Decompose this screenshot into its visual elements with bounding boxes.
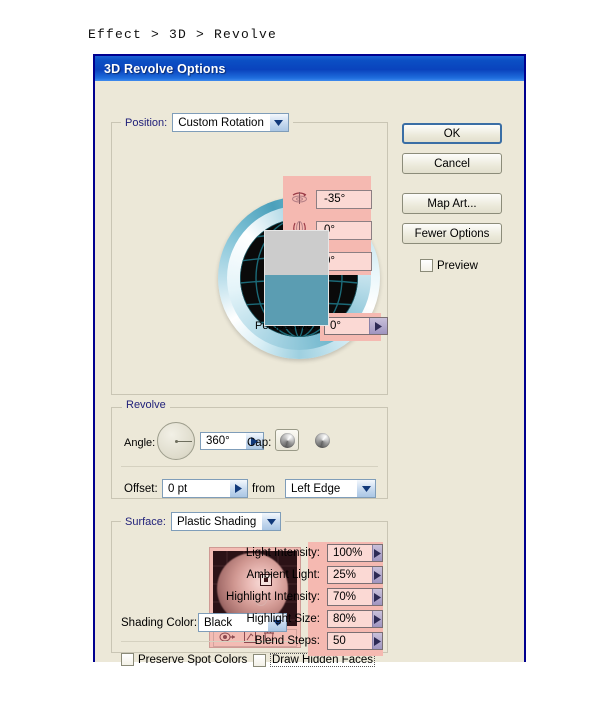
highlight-intensity-value: 70%	[333, 591, 357, 603]
surface-group-header: Surface: Plastic Shading	[121, 512, 286, 531]
light-intensity-row[interactable]: Light Intensity: 100%	[213, 544, 383, 562]
ok-button[interactable]: OK	[402, 123, 502, 144]
surface-params-list: Light Intensity: 100% Ambient Light: 25%	[213, 544, 383, 650]
highlight-size-label: Highlight Size:	[246, 613, 320, 625]
ambient-light-label: Ambient Light:	[246, 569, 320, 581]
preview-checkbox[interactable]	[420, 259, 433, 272]
offset-label: Offset:	[124, 483, 158, 495]
offset-from-value: Left Edge	[286, 480, 356, 497]
preserve-spot-colors-label: Preserve Spot Colors	[138, 653, 248, 666]
shading-color-label: Shading Color:	[121, 617, 198, 629]
chevron-down-icon[interactable]	[268, 114, 288, 131]
blend-steps-label: Blend Steps:	[254, 635, 320, 647]
angle-value: 360°	[206, 435, 230, 447]
artwork-preview-face	[264, 230, 329, 326]
highlight-size-stepper-icon[interactable]	[372, 611, 382, 627]
surface-shading-dropdown[interactable]: Plastic Shading	[170, 512, 282, 531]
dialog-titlebar: 3D Revolve Options	[95, 56, 524, 81]
x-rotation-value: -35°	[324, 193, 346, 205]
ok-button-label: OK	[443, 127, 461, 140]
ambient-light-stepper-icon[interactable]	[372, 567, 382, 583]
3d-revolve-options-dialog: 3D Revolve Options OK Cancel Map Art... …	[93, 54, 526, 667]
cap-hollow-icon	[314, 432, 330, 448]
preview-label: Preview	[437, 259, 478, 272]
position-preset-value: Custom Rotation	[173, 114, 269, 131]
chevron-down-icon[interactable]	[356, 480, 375, 497]
position-group-header: Position: Custom Rotation	[121, 113, 293, 132]
preserve-spot-colors-checkbox[interactable]	[121, 653, 134, 666]
highlight-intensity-row[interactable]: Highlight Intensity: 70%	[213, 588, 383, 606]
cap-label: Cap:	[247, 437, 272, 449]
offset-value: 0 pt	[168, 482, 188, 495]
menu-path-breadcrumb: Effect > 3D > Revolve	[88, 27, 278, 42]
light-intensity-stepper-icon[interactable]	[372, 545, 382, 561]
offset-from-label: from	[252, 483, 275, 495]
cancel-button[interactable]: Cancel	[402, 153, 502, 174]
highlight-intensity-stepper-icon[interactable]	[372, 589, 382, 605]
angle-dial[interactable]	[157, 422, 195, 460]
perspective-field[interactable]: 0°	[324, 317, 388, 335]
cap-hollow-button[interactable]	[310, 429, 334, 451]
cancel-button-label: Cancel	[434, 157, 470, 170]
x-rotation-field[interactable]: -35°	[316, 189, 372, 209]
light-intensity-value: 100%	[333, 547, 363, 559]
perspective-value: 0°	[330, 320, 341, 332]
x-rotation-row[interactable]: -35°	[291, 189, 372, 209]
blend-steps-value: 50	[333, 635, 346, 647]
draw-hidden-faces-checkbox[interactable]	[253, 653, 266, 667]
chevron-down-icon[interactable]	[261, 513, 281, 530]
ambient-light-row[interactable]: Ambient Light: 25%	[213, 566, 383, 584]
surface-label: Surface:	[125, 515, 166, 528]
revolve-group-label: Revolve	[122, 399, 170, 411]
offset-from-dropdown[interactable]: Left Edge	[285, 479, 376, 498]
angle-label: Angle:	[124, 437, 156, 449]
preserve-spot-colors-row[interactable]: Preserve Spot Colors	[121, 653, 247, 666]
highlight-size-value: 80%	[333, 613, 357, 625]
offset-stepper-icon[interactable]	[229, 480, 247, 497]
blend-steps-stepper-icon[interactable]	[372, 633, 382, 649]
map-art-button[interactable]: Map Art...	[402, 193, 502, 214]
cap-solid-icon	[279, 432, 295, 448]
light-intensity-label: Light Intensity:	[245, 547, 320, 559]
dialog-body: OK Cancel Map Art... Fewer Options Previ…	[95, 81, 524, 667]
highlight-size-row[interactable]: Highlight Size: 80%	[213, 610, 383, 628]
offset-field[interactable]: 0 pt	[162, 479, 248, 498]
highlight-intensity-label: Highlight Intensity:	[226, 591, 320, 603]
dialog-title: 3D Revolve Options	[104, 61, 226, 76]
rotate-x-icon	[291, 189, 308, 209]
fewer-options-button[interactable]: Fewer Options	[402, 223, 502, 244]
perspective-stepper-icon[interactable]	[369, 318, 387, 334]
blend-steps-row[interactable]: Blend Steps: 50	[213, 632, 383, 650]
cap-solid-button[interactable]	[275, 429, 299, 451]
fewer-options-button-label: Fewer Options	[414, 227, 490, 240]
preview-checkbox-row[interactable]: Preview	[420, 259, 478, 272]
revolve-divider	[121, 466, 378, 467]
position-preset-dropdown[interactable]: Custom Rotation	[172, 113, 289, 132]
ambient-light-value: 25%	[333, 569, 357, 581]
map-art-button-label: Map Art...	[427, 197, 477, 210]
surface-shading-value: Plastic Shading	[171, 513, 262, 530]
position-label: Position:	[125, 116, 168, 129]
